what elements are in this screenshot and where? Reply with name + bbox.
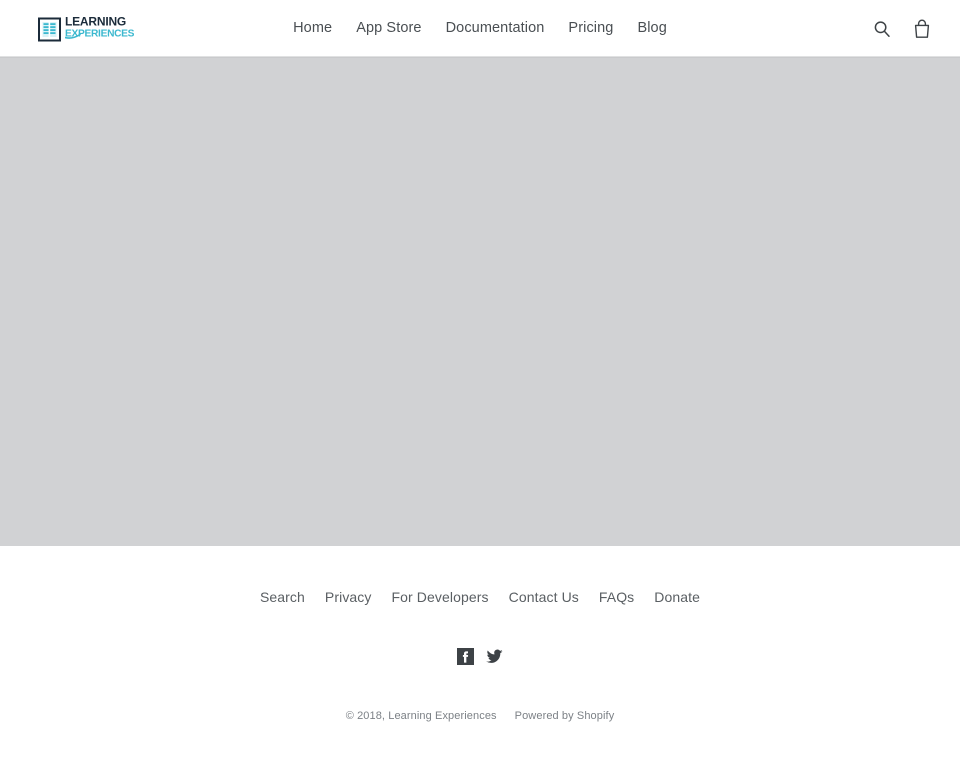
footer-link-search[interactable]: Search <box>250 590 315 604</box>
site-header: LEARNING EXPERIENCES Home App Store Docu… <box>0 0 960 57</box>
footer-link-contact-us[interactable]: Contact Us <box>499 590 589 604</box>
nav-item-blog[interactable]: Blog <box>625 21 678 36</box>
header-icon-group <box>870 0 934 57</box>
footer-link-privacy[interactable]: Privacy <box>315 590 382 604</box>
facebook-icon[interactable] <box>457 648 474 665</box>
nav-item-documentation[interactable]: Documentation <box>434 21 557 36</box>
content-placeholder <box>0 58 960 546</box>
footer-link-for-developers[interactable]: For Developers <box>382 590 499 604</box>
social-links <box>0 648 960 665</box>
nav-item-pricing[interactable]: Pricing <box>556 21 625 36</box>
main-navigation: Home App Store Documentation Pricing Blo… <box>0 0 960 57</box>
footer-link-donate[interactable]: Donate <box>644 590 710 604</box>
main-content <box>0 57 960 546</box>
nav-item-app-store[interactable]: App Store <box>344 21 433 36</box>
footer-link-faqs[interactable]: FAQs <box>589 590 644 604</box>
copyright-text: © 2018, Learning Experiences <box>345 710 497 722</box>
site-footer: Search Privacy For Developers Contact Us… <box>0 546 960 722</box>
search-icon[interactable] <box>870 16 894 42</box>
twitter-icon[interactable] <box>486 648 503 665</box>
shopping-bag-icon[interactable] <box>910 16 934 42</box>
footer-navigation: Search Privacy For Developers Contact Us… <box>0 590 960 604</box>
footer-bottom: © 2018, Learning Experiences Powered by … <box>0 710 960 722</box>
nav-item-home[interactable]: Home <box>281 21 344 36</box>
powered-by-shopify-link[interactable]: Powered by Shopify <box>515 710 615 722</box>
